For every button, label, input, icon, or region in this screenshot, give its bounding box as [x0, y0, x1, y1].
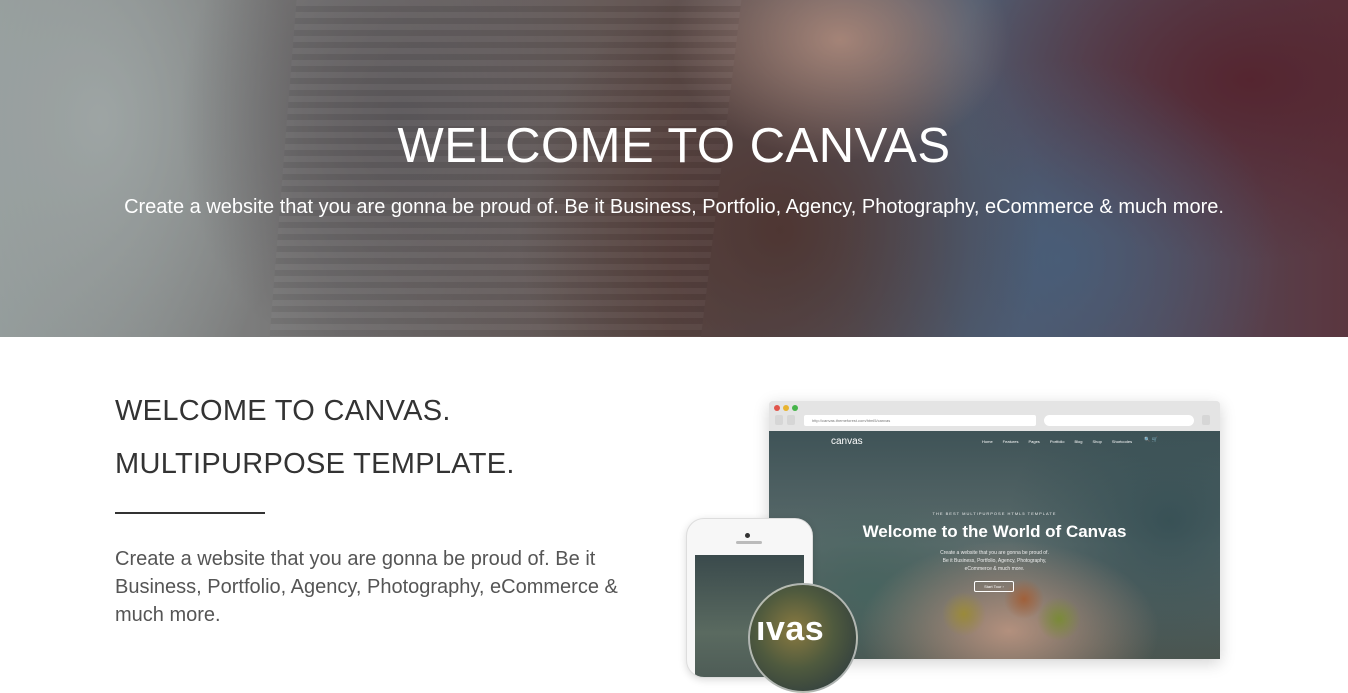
forward-arrow-icon [787, 415, 795, 425]
minimize-dot-icon [783, 405, 789, 411]
mockup-nav-item: Home [982, 439, 993, 444]
intro-heading-line-1: WELCOME TO CANVAS. [115, 395, 451, 427]
hero-banner: WELCOME TO CANVAS Create a website that … [0, 0, 1348, 337]
close-dot-icon [774, 405, 780, 411]
mockup-nav-item: Pages [1028, 439, 1040, 444]
menu-icon [1202, 415, 1210, 425]
zoom-lens-text: ıvas [756, 610, 825, 648]
mockup-site-title: Welcome to the World of Canvas [862, 522, 1127, 541]
hero-title: WELCOME TO CANVAS [397, 119, 951, 173]
maximize-dot-icon [792, 405, 798, 411]
mockup-site-logo: canvas [831, 436, 863, 447]
phone-logo: can [719, 675, 751, 677]
mockup-search-cart-icon: 🔍 🛒 [1144, 437, 1158, 443]
hero-subtitle: Create a website that you are gonna be p… [124, 196, 1224, 218]
mockup-site-subtitle: Create a website that you are gonna be p… [940, 550, 1049, 572]
mockup-url-bar: http://canvas.themeforest.com/html5/canv… [804, 415, 1036, 426]
back-arrow-icon [775, 415, 783, 425]
mockup-site-kicker: THE BEST MULTIPURPOSE HTML5 TEMPLATE [932, 511, 1057, 516]
phone-camera-icon [745, 533, 750, 538]
mockup-search-bar [1044, 415, 1194, 426]
browser-toolbar: http://canvas.themeforest.com/html5/canv… [769, 401, 1220, 431]
mockup-start-tour-button: Start Tour › [974, 581, 1014, 592]
intro-heading-line-2: MULTIPURPOSE TEMPLATE. [115, 448, 515, 480]
mockup-nav-item: Portfolio [1049, 439, 1065, 444]
mockup-nav-item: Shop [1092, 439, 1102, 444]
mockup-nav-item: Features [1002, 439, 1019, 444]
mockup-nav-item: Shortcodes [1111, 439, 1133, 444]
heading-divider [115, 512, 265, 514]
phone-speaker-icon [736, 541, 762, 544]
mockup-site-nav: Home Features Pages Portfolio Blog Shop … [982, 439, 1132, 444]
intro-description: Create a website that you are gonna be p… [115, 548, 618, 626]
mockup-nav-item: Blog [1074, 439, 1083, 444]
